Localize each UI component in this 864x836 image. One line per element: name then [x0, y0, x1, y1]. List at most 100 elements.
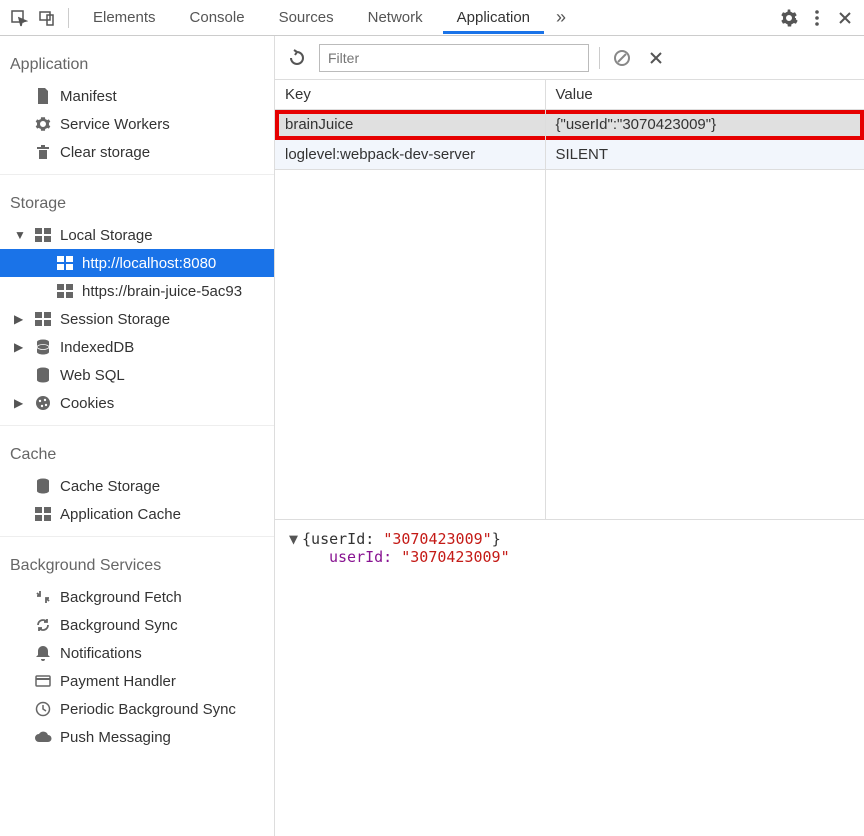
cell-key[interactable]: brainJuice	[275, 110, 545, 140]
sidebar-item-ls-localhost[interactable]: http://localhost:8080	[0, 249, 274, 277]
divider	[0, 425, 274, 426]
clear-all-icon[interactable]	[610, 46, 634, 70]
object-open: {userId:	[302, 530, 383, 548]
more-tabs-icon[interactable]: »	[550, 7, 572, 29]
fetch-icon	[34, 588, 52, 606]
chevron-right-icon: ▶	[14, 312, 24, 326]
sidebar-item-cookies[interactable]: ▶ Cookies	[0, 389, 274, 417]
sidebar-item-service-workers[interactable]: Service Workers	[0, 110, 274, 138]
table-header-row: Key Value	[275, 80, 864, 110]
table-row[interactable]: brainJuice {"userId":"3070423009"}	[275, 110, 864, 140]
separator	[68, 8, 69, 28]
sidebar-item-manifest[interactable]: Manifest	[0, 82, 274, 110]
string-value: "3070423009"	[401, 548, 509, 566]
column-divider[interactable]	[545, 80, 546, 519]
storage-icon	[34, 310, 52, 328]
divider	[0, 536, 274, 537]
sidebar-item-clear-storage[interactable]: Clear storage	[0, 138, 274, 166]
section-bg: Background Services	[0, 545, 274, 583]
header-key[interactable]: Key	[275, 80, 545, 110]
storage-toolbar	[275, 36, 864, 80]
storage-icon	[34, 505, 52, 523]
label: Cache Storage	[60, 478, 160, 495]
storage-icon	[34, 226, 52, 244]
cloud-icon	[34, 728, 52, 746]
section-cache: Cache	[0, 434, 274, 472]
label: Local Storage	[60, 227, 153, 244]
sidebar-item-push[interactable]: Push Messaging	[0, 723, 274, 751]
refresh-icon[interactable]	[285, 46, 309, 70]
label: IndexedDB	[60, 339, 134, 356]
section-storage: Storage	[0, 183, 274, 221]
string-value: "3070423009"	[383, 530, 491, 548]
delete-icon[interactable]	[644, 46, 668, 70]
label: Background Fetch	[60, 589, 182, 606]
gear-icon	[34, 115, 52, 133]
sidebar-item-notifications[interactable]: Notifications	[0, 639, 274, 667]
sidebar: Application Manifest Service Workers Cle…	[0, 36, 275, 836]
close-icon[interactable]	[834, 7, 856, 29]
storage-icon	[56, 282, 74, 300]
label: Application Cache	[60, 506, 181, 523]
sidebar-item-cache-storage[interactable]: Cache Storage	[0, 472, 274, 500]
chevron-right-icon: ▶	[14, 340, 24, 354]
clock-icon	[34, 700, 52, 718]
database-icon	[34, 477, 52, 495]
label: Periodic Background Sync	[60, 701, 236, 718]
object-close: }	[492, 530, 501, 548]
tab-network[interactable]: Network	[354, 1, 437, 34]
sidebar-item-bg-sync[interactable]: Background Sync	[0, 611, 274, 639]
database-icon	[34, 338, 52, 356]
chevron-down-icon: ▼	[14, 228, 24, 242]
tab-console[interactable]: Console	[176, 1, 259, 34]
label: Service Workers	[60, 116, 170, 133]
cell-value[interactable]: SILENT	[545, 140, 864, 170]
divider	[0, 174, 274, 175]
tab-application[interactable]: Application	[443, 1, 544, 34]
sidebar-item-payment[interactable]: Payment Handler	[0, 667, 274, 695]
cookie-icon	[34, 394, 52, 412]
main-area: Application Manifest Service Workers Cle…	[0, 36, 864, 836]
property-key: userId:	[329, 548, 401, 566]
bell-icon	[34, 644, 52, 662]
sidebar-item-app-cache[interactable]: Application Cache	[0, 500, 274, 528]
sidebar-item-ls-brainjuice[interactable]: https://brain-juice-5ac93	[0, 277, 274, 305]
label: Cookies	[60, 395, 114, 412]
detail-line-2[interactable]: userId: "3070423009"	[289, 548, 850, 566]
card-icon	[34, 672, 52, 690]
section-application: Application	[0, 44, 274, 82]
sidebar-item-bg-fetch[interactable]: Background Fetch	[0, 583, 274, 611]
inspect-icon[interactable]	[8, 7, 30, 29]
detail-line-1[interactable]: ▼{userId: "3070423009"}	[289, 530, 850, 548]
label: Background Sync	[60, 617, 178, 634]
devtools-tab-bar: Elements Console Sources Network Applica…	[0, 0, 864, 36]
detail-pane: ▼{userId: "3070423009"} userId: "3070423…	[275, 520, 864, 836]
table-row[interactable]: loglevel:webpack-dev-server SILENT	[275, 140, 864, 170]
trash-icon	[34, 143, 52, 161]
sync-icon	[34, 616, 52, 634]
database-icon	[34, 366, 52, 384]
gear-icon[interactable]	[778, 7, 800, 29]
tab-elements[interactable]: Elements	[79, 1, 170, 34]
sidebar-item-indexeddb[interactable]: ▶ IndexedDB	[0, 333, 274, 361]
filter-input[interactable]	[319, 44, 589, 72]
content-pane: Key Value brainJuice {"userId":"30704230…	[275, 36, 864, 836]
kebab-icon[interactable]	[806, 7, 828, 29]
label: https://brain-juice-5ac93	[82, 283, 242, 300]
separator	[599, 47, 600, 69]
label: Clear storage	[60, 144, 150, 161]
cell-value[interactable]: {"userId":"3070423009"}	[545, 110, 864, 140]
cell-key[interactable]: loglevel:webpack-dev-server	[275, 140, 545, 170]
sidebar-item-session-storage[interactable]: ▶ Session Storage	[0, 305, 274, 333]
label: Payment Handler	[60, 673, 176, 690]
chevron-right-icon: ▶	[14, 396, 24, 410]
sidebar-item-local-storage[interactable]: ▼ Local Storage	[0, 221, 274, 249]
tab-sources[interactable]: Sources	[265, 1, 348, 34]
file-icon	[34, 87, 52, 105]
label: Session Storage	[60, 311, 170, 328]
chevron-down-icon[interactable]: ▼	[289, 530, 298, 548]
device-toggle-icon[interactable]	[36, 7, 58, 29]
sidebar-item-periodic[interactable]: Periodic Background Sync	[0, 695, 274, 723]
sidebar-item-websql[interactable]: Web SQL	[0, 361, 274, 389]
header-value[interactable]: Value	[545, 80, 864, 110]
